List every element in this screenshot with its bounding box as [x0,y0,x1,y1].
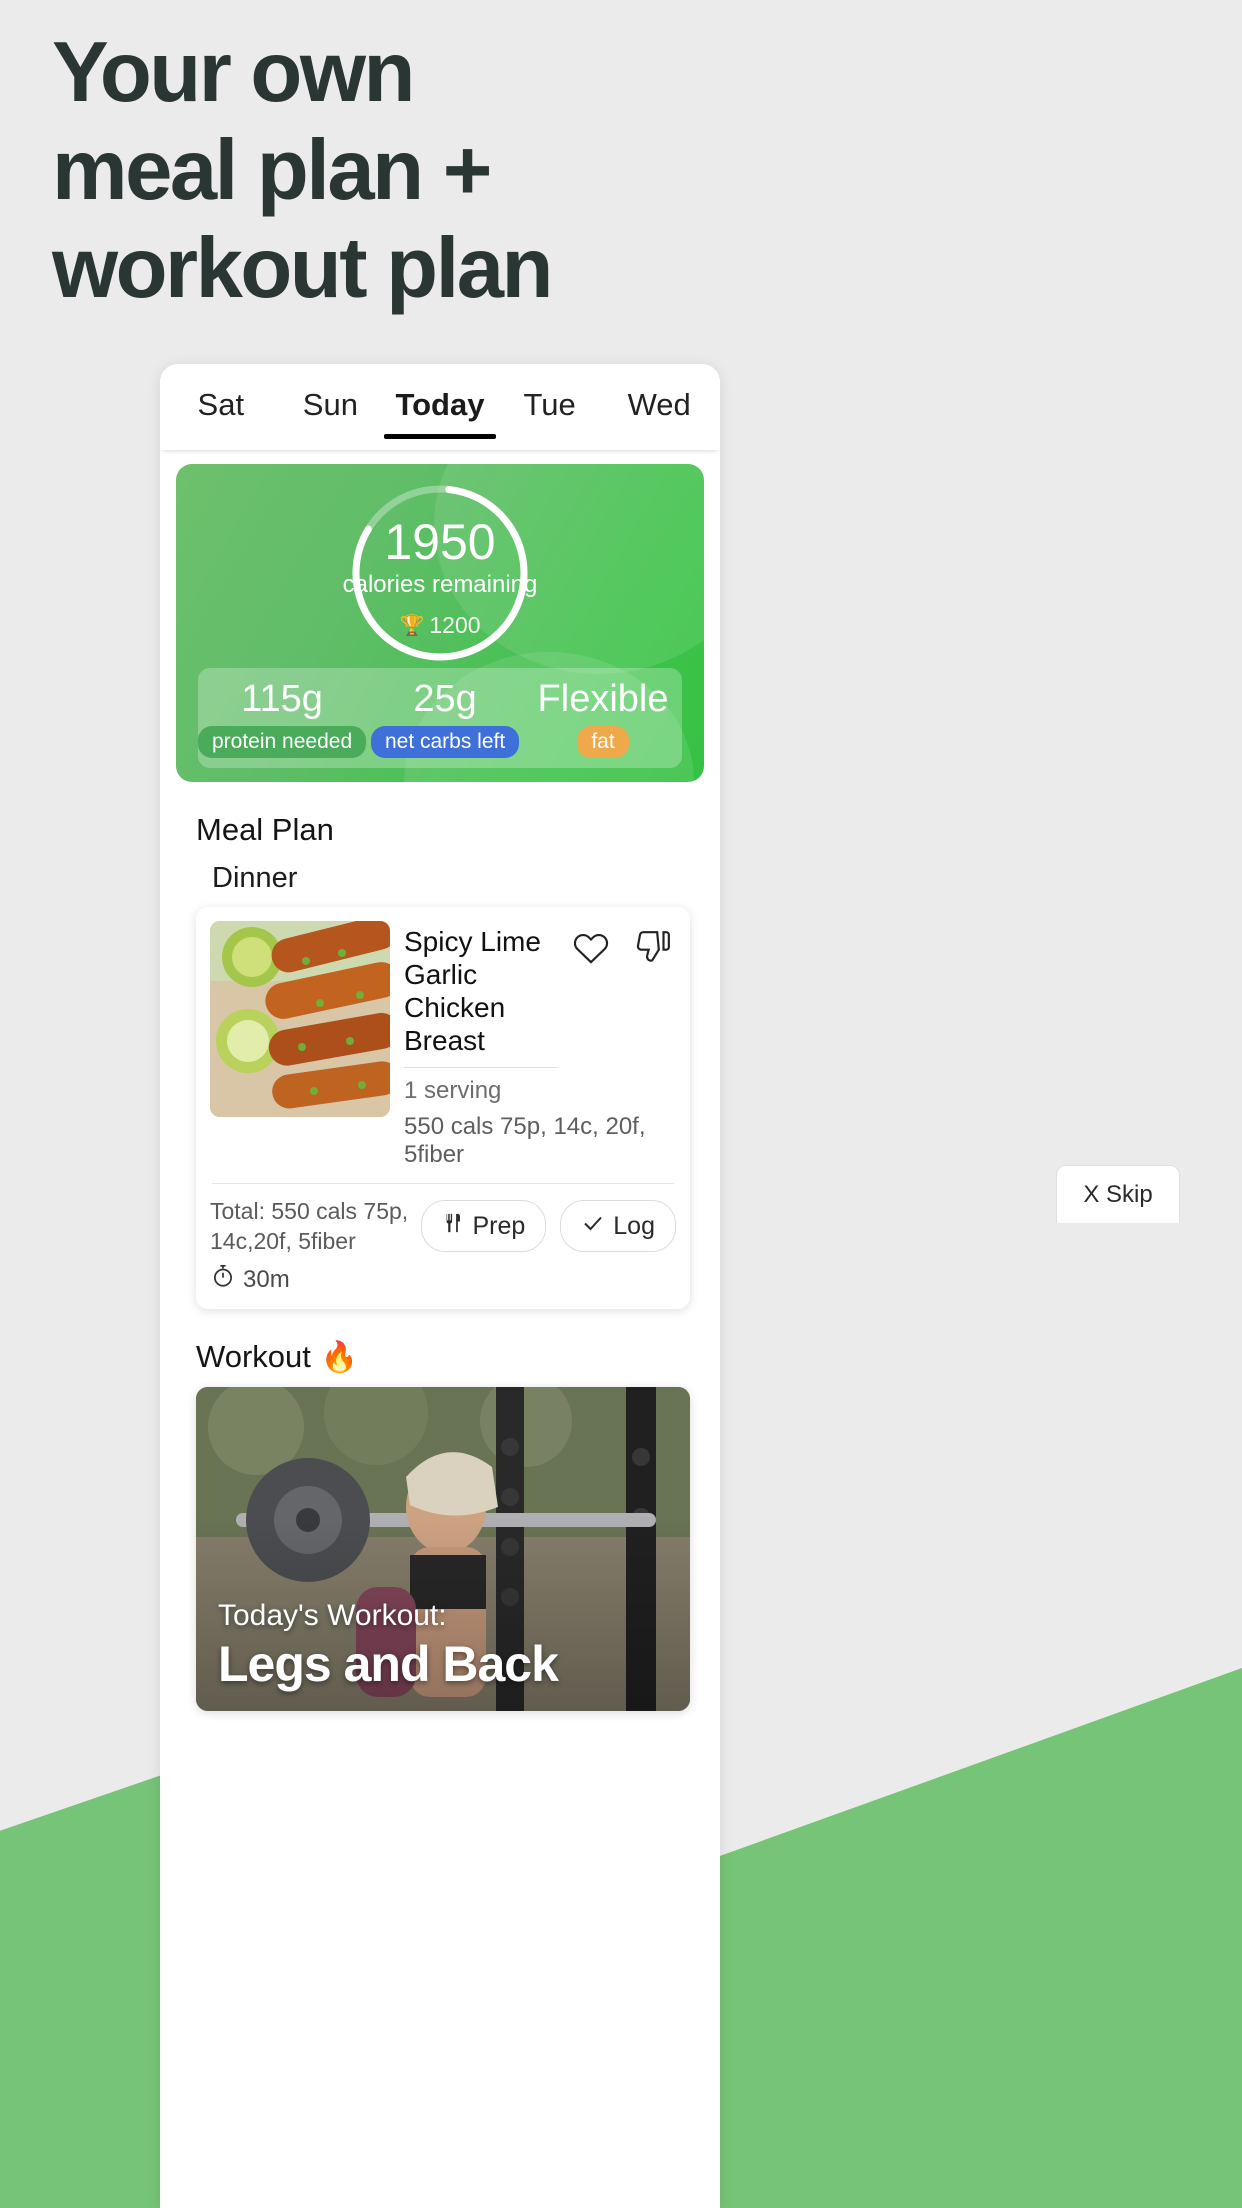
meal-serving: 1 serving [404,1077,502,1104]
prep-button[interactable]: Prep [421,1200,547,1252]
calorie-card[interactable]: 1950 calories remaining 🏆 1200 115g prot… [176,464,704,782]
prep-time-value: 30m [243,1266,290,1293]
macro-protein[interactable]: 115g protein needed [198,678,367,758]
calorie-summary-section: 1950 calories remaining 🏆 1200 115g prot… [160,450,720,782]
workout-title: Workout [196,1339,311,1374]
meal-footer: Total: 550 cals 75p, 14c,20f, 5fiber 30m [210,1184,676,1297]
app-screenshot-frame: Sat Sun Today Tue Wed 1950 calories rema… [160,364,720,2208]
workout-overline: Today's Workout: [218,1599,447,1632]
macros-row: 115g protein needed 25g net carbs left F… [198,668,682,768]
calorie-goal: 🏆 1200 [325,612,555,639]
calories-remaining-label: calories remaining [342,571,538,598]
meal-info: Spicy Lime Garlic Chicken Breast 1 servi… [404,921,676,1169]
workout-name: Legs and Back [218,1636,559,1692]
macro-fat-label: fat [577,726,629,758]
meal-type-label: Dinner [212,862,298,894]
meal-plan-title: Meal Plan [196,812,334,847]
meal-macros: 550 cals 75p, 14c, 20f, 5fiber [404,1113,646,1168]
log-button-label: Log [613,1211,655,1240]
background-shape-right [702,1668,1242,2208]
macro-protein-value: 115g [241,678,323,720]
meal-thumbnail[interactable] [210,921,390,1117]
page-title: Your own meal plan + workout plan [52,25,553,316]
meal-action-buttons [568,925,676,971]
calorie-ring-text: 1950 calories remaining 🏆 1200 [325,516,555,639]
thumbs-down-icon[interactable] [630,925,676,971]
calories-remaining-value: 1950 [384,514,496,570]
tab-wed[interactable]: Wed [604,373,714,441]
workout-overlay-text: Today's Workout: Legs and Back [218,1597,559,1693]
cutlery-icon [442,1211,464,1242]
meal-total-text: Total: 550 cals 75p, 14c,20f, 5fiber [210,1198,409,1254]
macro-fat[interactable]: Flexible fat [524,678,682,758]
calorie-goal-value: 1200 [429,612,481,638]
log-button[interactable]: Log [560,1200,676,1252]
macro-carbs-value: 25g [413,678,477,720]
tab-sun[interactable]: Sun [276,373,386,441]
stopwatch-icon [210,1263,236,1297]
tab-tue[interactable]: Tue [495,373,605,441]
macro-protein-label: protein needed [198,726,367,758]
tab-today[interactable]: Today [385,373,495,441]
trophy-icon: 🏆 [399,615,425,637]
macro-fat-value: Flexible [537,678,669,720]
meal-prep-time: 30m [210,1263,421,1297]
meal-total-block: Total: 550 cals 75p, 14c,20f, 5fiber 30m [210,1196,421,1297]
meal-divider-line [404,1067,558,1068]
meal-plan-heading: Meal Plan [160,782,720,848]
tab-sat[interactable]: Sat [166,373,276,441]
skip-meal-button[interactable]: X Skip [1056,1165,1180,1223]
meal-footer-buttons: Prep Log [421,1196,676,1252]
check-icon [581,1211,605,1242]
workout-heading: Workout 🔥 [160,1309,720,1375]
prep-button-label: Prep [472,1211,526,1240]
heart-icon[interactable] [568,925,614,971]
workout-card[interactable]: Today's Workout: Legs and Back [196,1387,690,1711]
macro-carbs[interactable]: 25g net carbs left [366,678,524,758]
macro-carbs-label: net carbs left [370,726,520,758]
meal-card[interactable]: Spicy Lime Garlic Chicken Breast 1 servi… [196,907,690,1309]
meal-card-top: Spicy Lime Garlic Chicken Breast 1 servi… [210,921,676,1169]
flame-icon: 🔥 [320,1340,359,1374]
day-tab-bar: Sat Sun Today Tue Wed [160,364,720,450]
